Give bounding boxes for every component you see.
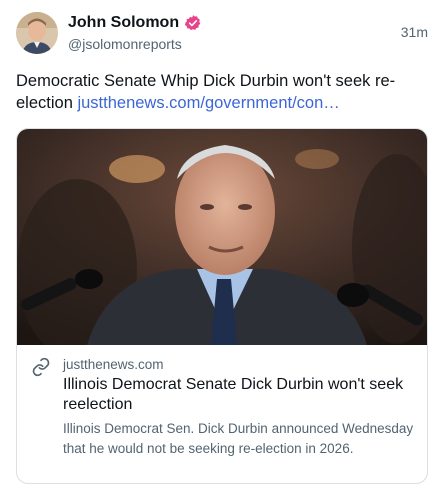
card-title[interactable]: Illinois Democrat Senate Dick Durbin won…	[63, 375, 413, 415]
post-link[interactable]: justthenews.com/government/con…	[77, 94, 339, 112]
author-handle[interactable]: @jsolomonreports	[68, 36, 182, 52]
link-icon	[31, 357, 51, 377]
card-body[interactable]: justthenews.com Illinois Democrat Senate…	[17, 345, 427, 483]
link-preview-card[interactable]: justthenews.com Illinois Democrat Senate…	[16, 128, 428, 484]
post[interactable]: John Solomon @jsolomonreports 31m Democr…	[0, 0, 446, 500]
card-description: Illinois Democrat Sen. Dick Durbin annou…	[63, 421, 414, 456]
post-text: Democratic Senate Whip Dick Durbin won't…	[16, 70, 426, 114]
avatar[interactable]	[16, 12, 58, 54]
author-name[interactable]: John Solomon	[68, 14, 179, 32]
post-timestamp[interactable]: 31m	[401, 24, 428, 40]
avatar-image	[16, 12, 58, 54]
card-image[interactable]	[17, 129, 428, 345]
author-name-row[interactable]: John Solomon	[68, 12, 202, 34]
card-domain: justthenews.com	[63, 357, 164, 372]
verified-badge-icon	[184, 14, 202, 32]
